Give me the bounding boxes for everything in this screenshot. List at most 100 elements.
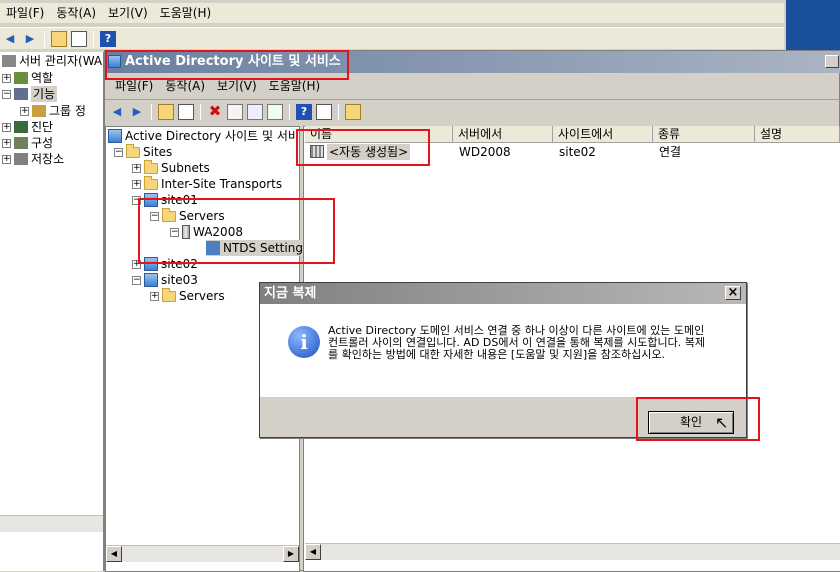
tree-label: 기능: [31, 86, 58, 102]
tree-item-ad-root[interactable]: Active Directory 사이트 및 서비: [108, 128, 299, 144]
highlight-window-title: [105, 50, 349, 80]
list-horizontal-scrollbar[interactable]: ◀: [305, 543, 840, 560]
expand-icon[interactable]: +: [2, 122, 11, 132]
tree-item-sites[interactable]: − Sites: [114, 143, 173, 160]
highlight-ntds-settings: [138, 198, 335, 264]
ad-toolbar: ◀ ▶ ✖ ?: [105, 99, 840, 123]
outer-menu-bar: 파일(F) 동작(A) 보기(V) 도움말(H): [0, 3, 784, 23]
show-tree-icon[interactable]: [178, 103, 194, 120]
folder-icon: [126, 143, 140, 158]
tree-item-diagnostics[interactable]: + 진단: [2, 119, 53, 135]
diagnostics-icon: [14, 121, 28, 133]
tree-item-features[interactable]: − 기능: [2, 86, 58, 102]
expand-icon[interactable]: +: [2, 138, 11, 148]
tree-item-configuration[interactable]: + 구성: [2, 135, 53, 151]
show-tree-icon[interactable]: [71, 30, 87, 47]
tree-label: 서버 관리자(WA: [19, 54, 103, 68]
expand-icon[interactable]: +: [150, 291, 159, 301]
forward-arrow-icon[interactable]: ▶: [22, 31, 38, 47]
roles-icon: [14, 72, 28, 84]
group-policy-icon: [32, 105, 46, 117]
tree-item-group-policy[interactable]: + 그룹 정: [20, 103, 86, 119]
tree-label: 그룹 정: [49, 104, 86, 118]
replicate-now-icon[interactable]: [345, 103, 361, 120]
column-header-type[interactable]: 종류: [653, 126, 755, 143]
expand-icon[interactable]: +: [2, 154, 11, 164]
toolbar-separator: [44, 30, 45, 47]
ad-sites-root-icon: [108, 129, 122, 143]
tree-label: 저장소: [31, 152, 65, 166]
site-icon: [144, 273, 158, 287]
expand-icon[interactable]: +: [2, 73, 11, 83]
tree-item-site03[interactable]: − site03: [132, 272, 198, 288]
outer-menu-action[interactable]: 동작(A): [50, 3, 102, 23]
outer-menu-view[interactable]: 보기(V): [102, 3, 154, 23]
refresh-icon[interactable]: [247, 103, 263, 120]
toolbar-separator: [151, 103, 152, 120]
tree-label: 역할: [31, 71, 54, 85]
forward-arrow-icon[interactable]: ▶: [129, 104, 145, 120]
highlight-connection-row: [296, 129, 430, 166]
back-arrow-icon[interactable]: ◀: [109, 104, 125, 120]
column-header-description[interactable]: 설명: [755, 126, 840, 143]
export-list-icon[interactable]: [267, 103, 283, 120]
features-icon: [14, 88, 28, 100]
toolbar-separator: [200, 103, 201, 120]
outer-horizontal-scrollbar[interactable]: [0, 515, 103, 532]
up-folder-icon[interactable]: [51, 30, 67, 47]
scroll-left-icon[interactable]: ◀: [305, 544, 321, 560]
desktop-background: [786, 0, 840, 50]
cell-from-site: site02: [559, 145, 596, 159]
info-icon: i: [288, 326, 320, 358]
delete-icon[interactable]: ✖: [207, 104, 223, 120]
tree-item-subnets[interactable]: + Subnets: [132, 159, 210, 176]
close-icon[interactable]: ×: [725, 286, 741, 300]
back-arrow-icon[interactable]: ◀: [2, 31, 18, 47]
folder-icon: [144, 159, 158, 174]
highlight-ok-button: [636, 397, 760, 441]
tree-label: Sites: [143, 145, 173, 159]
outer-toolbar: ◀ ▶ ?: [0, 27, 784, 49]
toolbar-separator: [93, 30, 94, 47]
collapse-icon[interactable]: −: [2, 89, 11, 99]
cell-type: 연결: [659, 145, 682, 159]
scroll-left-icon[interactable]: ◀: [106, 546, 122, 562]
help-icon[interactable]: ?: [296, 103, 312, 120]
cell-from-server: WD2008: [459, 145, 511, 159]
folder-icon: [162, 287, 176, 302]
outer-menu-help[interactable]: 도움말(H): [154, 3, 218, 23]
expand-icon[interactable]: +: [132, 179, 141, 189]
column-header-from-site[interactable]: 사이트에서: [553, 126, 653, 143]
collapse-icon[interactable]: −: [132, 275, 141, 285]
scroll-right-icon[interactable]: ▶: [283, 546, 299, 562]
expand-icon[interactable]: +: [20, 106, 29, 116]
up-folder-icon[interactable]: [158, 103, 174, 120]
properties-icon[interactable]: [227, 103, 243, 120]
show-action-pane-icon[interactable]: [316, 103, 332, 120]
outer-tree-panel: 서버 관리자(WA + 역할 − 기능 + 그룹 정 + 진단 + 구성 + 저…: [0, 52, 104, 571]
tree-item-server-manager[interactable]: 서버 관리자(WA: [2, 53, 102, 69]
tree-item-storage[interactable]: + 저장소: [2, 151, 64, 167]
column-header-from-server[interactable]: 서버에서: [453, 126, 553, 143]
toolbar-separator: [289, 103, 290, 120]
tree-item-roles[interactable]: + 역할: [2, 70, 53, 86]
tree-horizontal-scrollbar[interactable]: ◀ ▶: [106, 545, 299, 562]
server-manager-icon: [2, 55, 16, 67]
expand-icon[interactable]: +: [132, 163, 141, 173]
dialog-message: Active Directory 도메인 서비스 연결 중 하나 이상이 다른 …: [328, 324, 706, 361]
tree-label: Servers: [179, 289, 225, 303]
tree-label: Subnets: [161, 161, 210, 175]
help-icon[interactable]: ?: [100, 30, 116, 47]
configuration-icon: [14, 137, 28, 149]
minimize-icon[interactable]: [825, 55, 839, 68]
toolbar-separator: [338, 103, 339, 120]
tree-item-inter-site-transports[interactable]: + Inter-Site Transports: [132, 175, 282, 192]
tree-label: site03: [161, 273, 198, 287]
dialog-title: 지금 복제: [264, 286, 317, 301]
collapse-icon[interactable]: −: [114, 147, 123, 157]
tree-label: 진단: [31, 120, 54, 134]
tree-label: Active Directory 사이트 및 서비: [125, 129, 299, 143]
tree-item-site03-servers[interactable]: + Servers: [150, 287, 225, 304]
outer-menu-file[interactable]: 파일(F): [0, 3, 50, 23]
dialog-title-bar[interactable]: 지금 복제 ×: [260, 283, 746, 304]
